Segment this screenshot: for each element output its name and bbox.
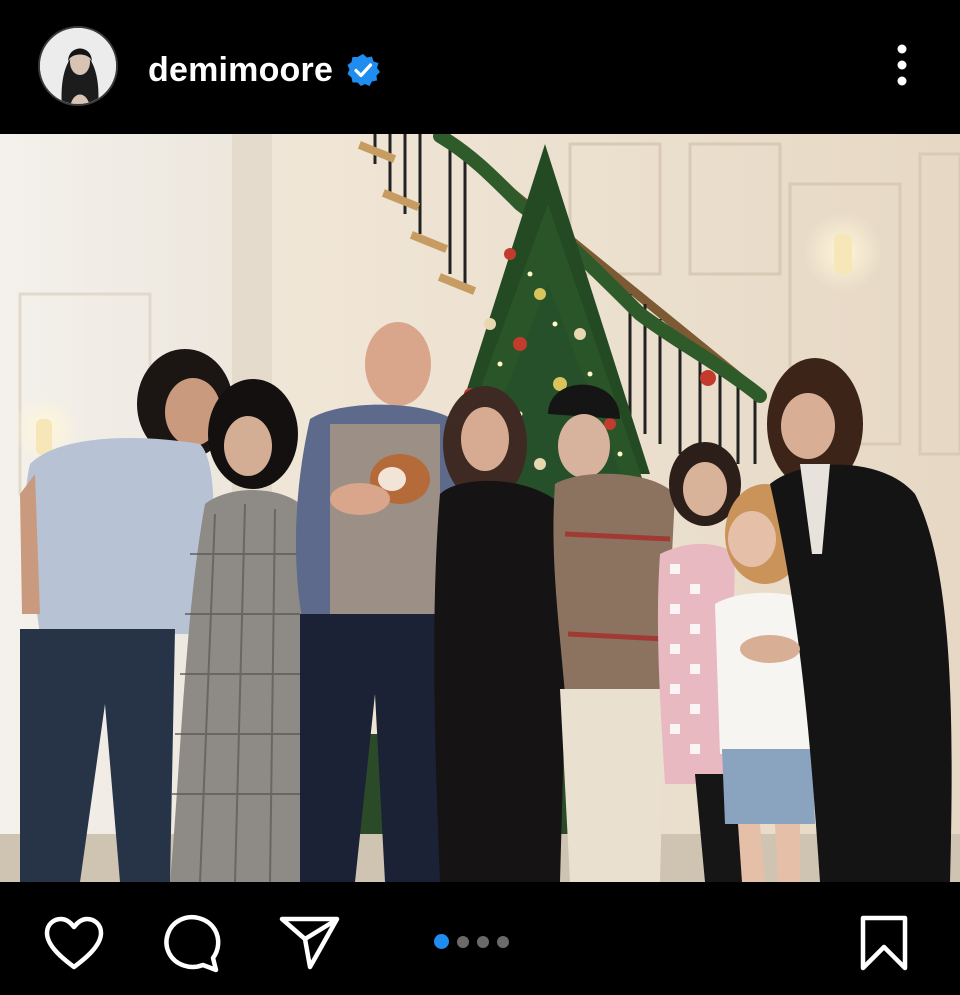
post-header: demimoore [0, 0, 960, 134]
heart-icon[interactable] [42, 912, 106, 974]
more-vertical-icon[interactable] [882, 40, 922, 90]
username-row: demimoore [148, 50, 381, 90]
carousel-dot[interactable] [477, 935, 489, 948]
post-actions-bar [0, 882, 960, 995]
carousel-dot[interactable] [497, 935, 509, 948]
comment-icon[interactable] [160, 912, 224, 974]
carousel-indicator [434, 934, 509, 949]
username[interactable]: demimoore [148, 51, 333, 90]
carousel-dot-active[interactable] [434, 934, 449, 949]
send-icon[interactable] [278, 912, 342, 974]
carousel-dot[interactable] [457, 935, 469, 948]
bookmark-icon[interactable] [852, 912, 916, 974]
verified-badge-icon [345, 52, 381, 88]
profile-avatar[interactable] [38, 26, 118, 106]
post-photo[interactable] [0, 134, 960, 882]
